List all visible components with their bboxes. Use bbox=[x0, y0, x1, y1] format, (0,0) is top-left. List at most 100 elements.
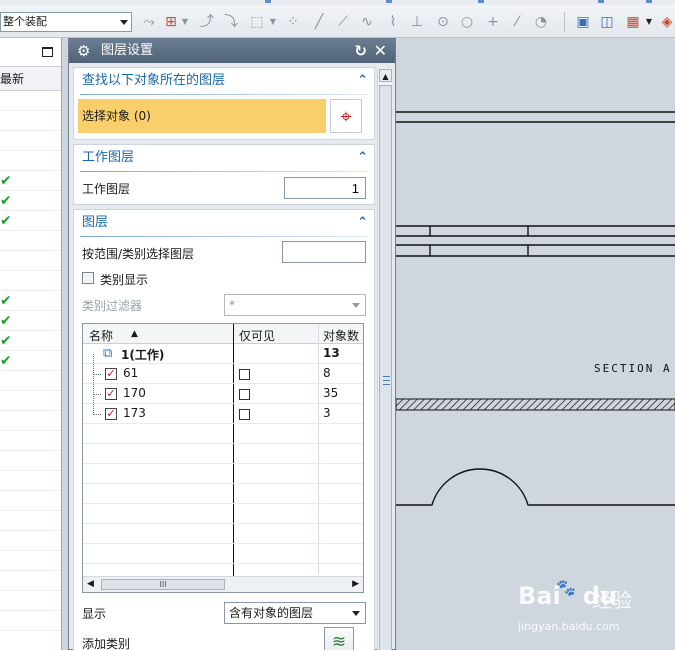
segment-icon[interactable]: ⟋ bbox=[334, 13, 352, 31]
arc-icon[interactable]: ◔ bbox=[532, 13, 550, 31]
navigator-row[interactable] bbox=[0, 131, 61, 151]
assembly-filter-select[interactable]: 整个装配 bbox=[0, 12, 132, 32]
navigator-row[interactable]: ✔ bbox=[0, 331, 61, 351]
navigator-row[interactable]: ✔ bbox=[0, 351, 61, 371]
line-icon[interactable]: ╱ bbox=[310, 13, 328, 31]
curve-icon[interactable]: ⤴ bbox=[198, 13, 216, 31]
layer-visible-checkbox[interactable]: ✓ bbox=[105, 388, 117, 400]
navigator-row[interactable] bbox=[0, 151, 61, 171]
spline-icon[interactable]: ∿ bbox=[358, 13, 376, 31]
tools-icon[interactable]: ◈ bbox=[658, 13, 675, 31]
studio-icon[interactable]: ⌇ bbox=[384, 13, 402, 31]
chevron-down-icon[interactable]: ▼ bbox=[644, 13, 654, 31]
crosshair-icon[interactable]: ⌖ bbox=[330, 99, 362, 133]
navigator-row[interactable] bbox=[0, 551, 61, 571]
empty-row bbox=[83, 424, 363, 444]
display-label: 显示 bbox=[82, 607, 107, 621]
navigator-row[interactable] bbox=[0, 591, 61, 611]
collapse-icon[interactable]: ⌃ bbox=[357, 145, 368, 171]
horizontal-scrollbar[interactable]: ◀ III ▶ bbox=[83, 576, 363, 592]
watermark-url: jingyan.baidu.com bbox=[518, 620, 620, 633]
table-row[interactable]: ✓ 173 3 bbox=[83, 404, 363, 424]
chevron-down-icon[interactable]: ▼ bbox=[180, 13, 190, 31]
navigator-row[interactable] bbox=[0, 271, 61, 291]
table-row[interactable]: ✓ 61 8 bbox=[83, 364, 363, 384]
column-count-header[interactable]: 对象数 bbox=[323, 327, 359, 344]
circle-outline-icon[interactable]: ○ bbox=[458, 13, 476, 31]
navigator-row[interactable] bbox=[0, 111, 61, 131]
layer-visible-checkbox[interactable]: ✓ bbox=[105, 368, 117, 380]
navigator-row[interactable] bbox=[0, 531, 61, 551]
find-group-header[interactable]: 查找以下对象所在的图层 ⌃ bbox=[74, 68, 374, 94]
work-group-header[interactable]: 工作图层 ⌃ bbox=[74, 145, 374, 171]
collapse-icon[interactable]: ⌃ bbox=[357, 68, 368, 94]
visible-only-checkbox[interactable] bbox=[239, 369, 250, 380]
layers-group-header[interactable]: 图层 ⌃ bbox=[74, 210, 374, 236]
navigator-row[interactable] bbox=[0, 571, 61, 591]
visible-only-checkbox[interactable] bbox=[239, 389, 250, 400]
drawing-canvas[interactable]: SECTION A bbox=[396, 38, 675, 650]
table-row[interactable]: ⧉ 1(工作) 13 bbox=[83, 344, 363, 364]
layer-visible-checkbox[interactable]: ✓ bbox=[105, 408, 117, 420]
navigator-row[interactable] bbox=[0, 371, 61, 391]
navigator-row[interactable]: ✔ bbox=[0, 171, 61, 191]
category-filter-value: * bbox=[229, 298, 235, 312]
scroll-left-icon[interactable]: ◀ bbox=[87, 579, 94, 589]
view-icon[interactable]: ▣ bbox=[574, 13, 592, 31]
scrollbar-thumb[interactable] bbox=[379, 85, 392, 650]
scroll-up-icon[interactable]: ▲ bbox=[379, 69, 392, 82]
navigator-row[interactable] bbox=[0, 251, 61, 271]
select-object-field[interactable]: 选择对象 (0) bbox=[78, 99, 326, 133]
range-input[interactable] bbox=[282, 241, 366, 263]
navigator-row[interactable]: ✔ bbox=[0, 311, 61, 331]
plus-icon[interactable]: + bbox=[484, 13, 502, 31]
navigator-row[interactable] bbox=[0, 411, 61, 431]
navigator-row[interactable] bbox=[0, 91, 61, 111]
navigator-row[interactable] bbox=[0, 511, 61, 531]
navigator-row[interactable]: ✔ bbox=[0, 291, 61, 311]
scroll-right-icon[interactable]: ▶ bbox=[352, 579, 359, 589]
navigator-row[interactable] bbox=[0, 431, 61, 451]
layout-icon[interactable]: ▦ bbox=[624, 13, 642, 31]
work-layer-input[interactable] bbox=[284, 177, 366, 199]
point-icon[interactable]: ⤵ bbox=[222, 13, 240, 31]
window-icon[interactable]: ◫ bbox=[598, 13, 616, 31]
snap-icon[interactable]: ⤳ bbox=[140, 13, 158, 31]
navigator-row[interactable] bbox=[0, 491, 61, 511]
column-name-header[interactable]: 名称 bbox=[89, 327, 113, 344]
collapse-icon[interactable]: ⌃ bbox=[357, 210, 368, 236]
slash-icon[interactable]: ⁄ bbox=[508, 13, 526, 31]
add-category-button[interactable]: ≋ bbox=[324, 627, 354, 650]
navigator-row[interactable] bbox=[0, 231, 61, 251]
navigator-row[interactable]: ✔ bbox=[0, 211, 61, 231]
category-display-checkbox[interactable] bbox=[82, 272, 94, 284]
layer-name: 170 bbox=[123, 386, 146, 400]
circle-icon[interactable]: ⊙ bbox=[434, 13, 452, 31]
select-filter-icon[interactable]: ⊞ bbox=[162, 13, 180, 31]
multi-point-icon[interactable]: ⁘ bbox=[284, 13, 302, 31]
navigator-row[interactable] bbox=[0, 391, 61, 411]
navigator-row[interactable]: ✔ bbox=[0, 191, 61, 211]
dialog-vertical-scrollbar[interactable]: ▲ bbox=[377, 69, 392, 650]
column-visible-header[interactable]: 仅可见 bbox=[239, 327, 275, 344]
group-divider bbox=[80, 94, 368, 95]
chevron-down-icon[interactable]: ▼ bbox=[268, 13, 278, 31]
navigator-row[interactable] bbox=[0, 451, 61, 471]
visible-only-checkbox[interactable] bbox=[239, 409, 250, 420]
dialog-title-bar: ⚙ 图层设置 ↻ ✕ bbox=[69, 39, 395, 63]
navigator-column-header[interactable]: 最新 bbox=[0, 67, 61, 91]
sort-ascending-icon[interactable]: ▲ bbox=[131, 329, 138, 339]
rectangle-select-icon[interactable]: ⬚ bbox=[248, 13, 266, 31]
scrollbar-thumb[interactable]: III bbox=[101, 579, 225, 590]
find-group-title: 查找以下对象所在的图层 bbox=[82, 73, 226, 88]
axis-icon[interactable]: ⊥ bbox=[408, 13, 426, 31]
navigator-row[interactable] bbox=[0, 471, 61, 491]
category-filter-select[interactable]: * bbox=[224, 294, 366, 316]
close-icon[interactable]: ✕ bbox=[374, 39, 387, 63]
up-to-date-check-icon: ✔ bbox=[0, 353, 12, 369]
navigator-row[interactable] bbox=[0, 611, 61, 631]
display-select[interactable]: 含有对象的图层 bbox=[224, 602, 366, 624]
table-row[interactable]: ✓ 170 35 bbox=[83, 384, 363, 404]
maximize-icon[interactable] bbox=[42, 47, 53, 57]
reset-icon[interactable]: ↻ bbox=[354, 39, 367, 63]
